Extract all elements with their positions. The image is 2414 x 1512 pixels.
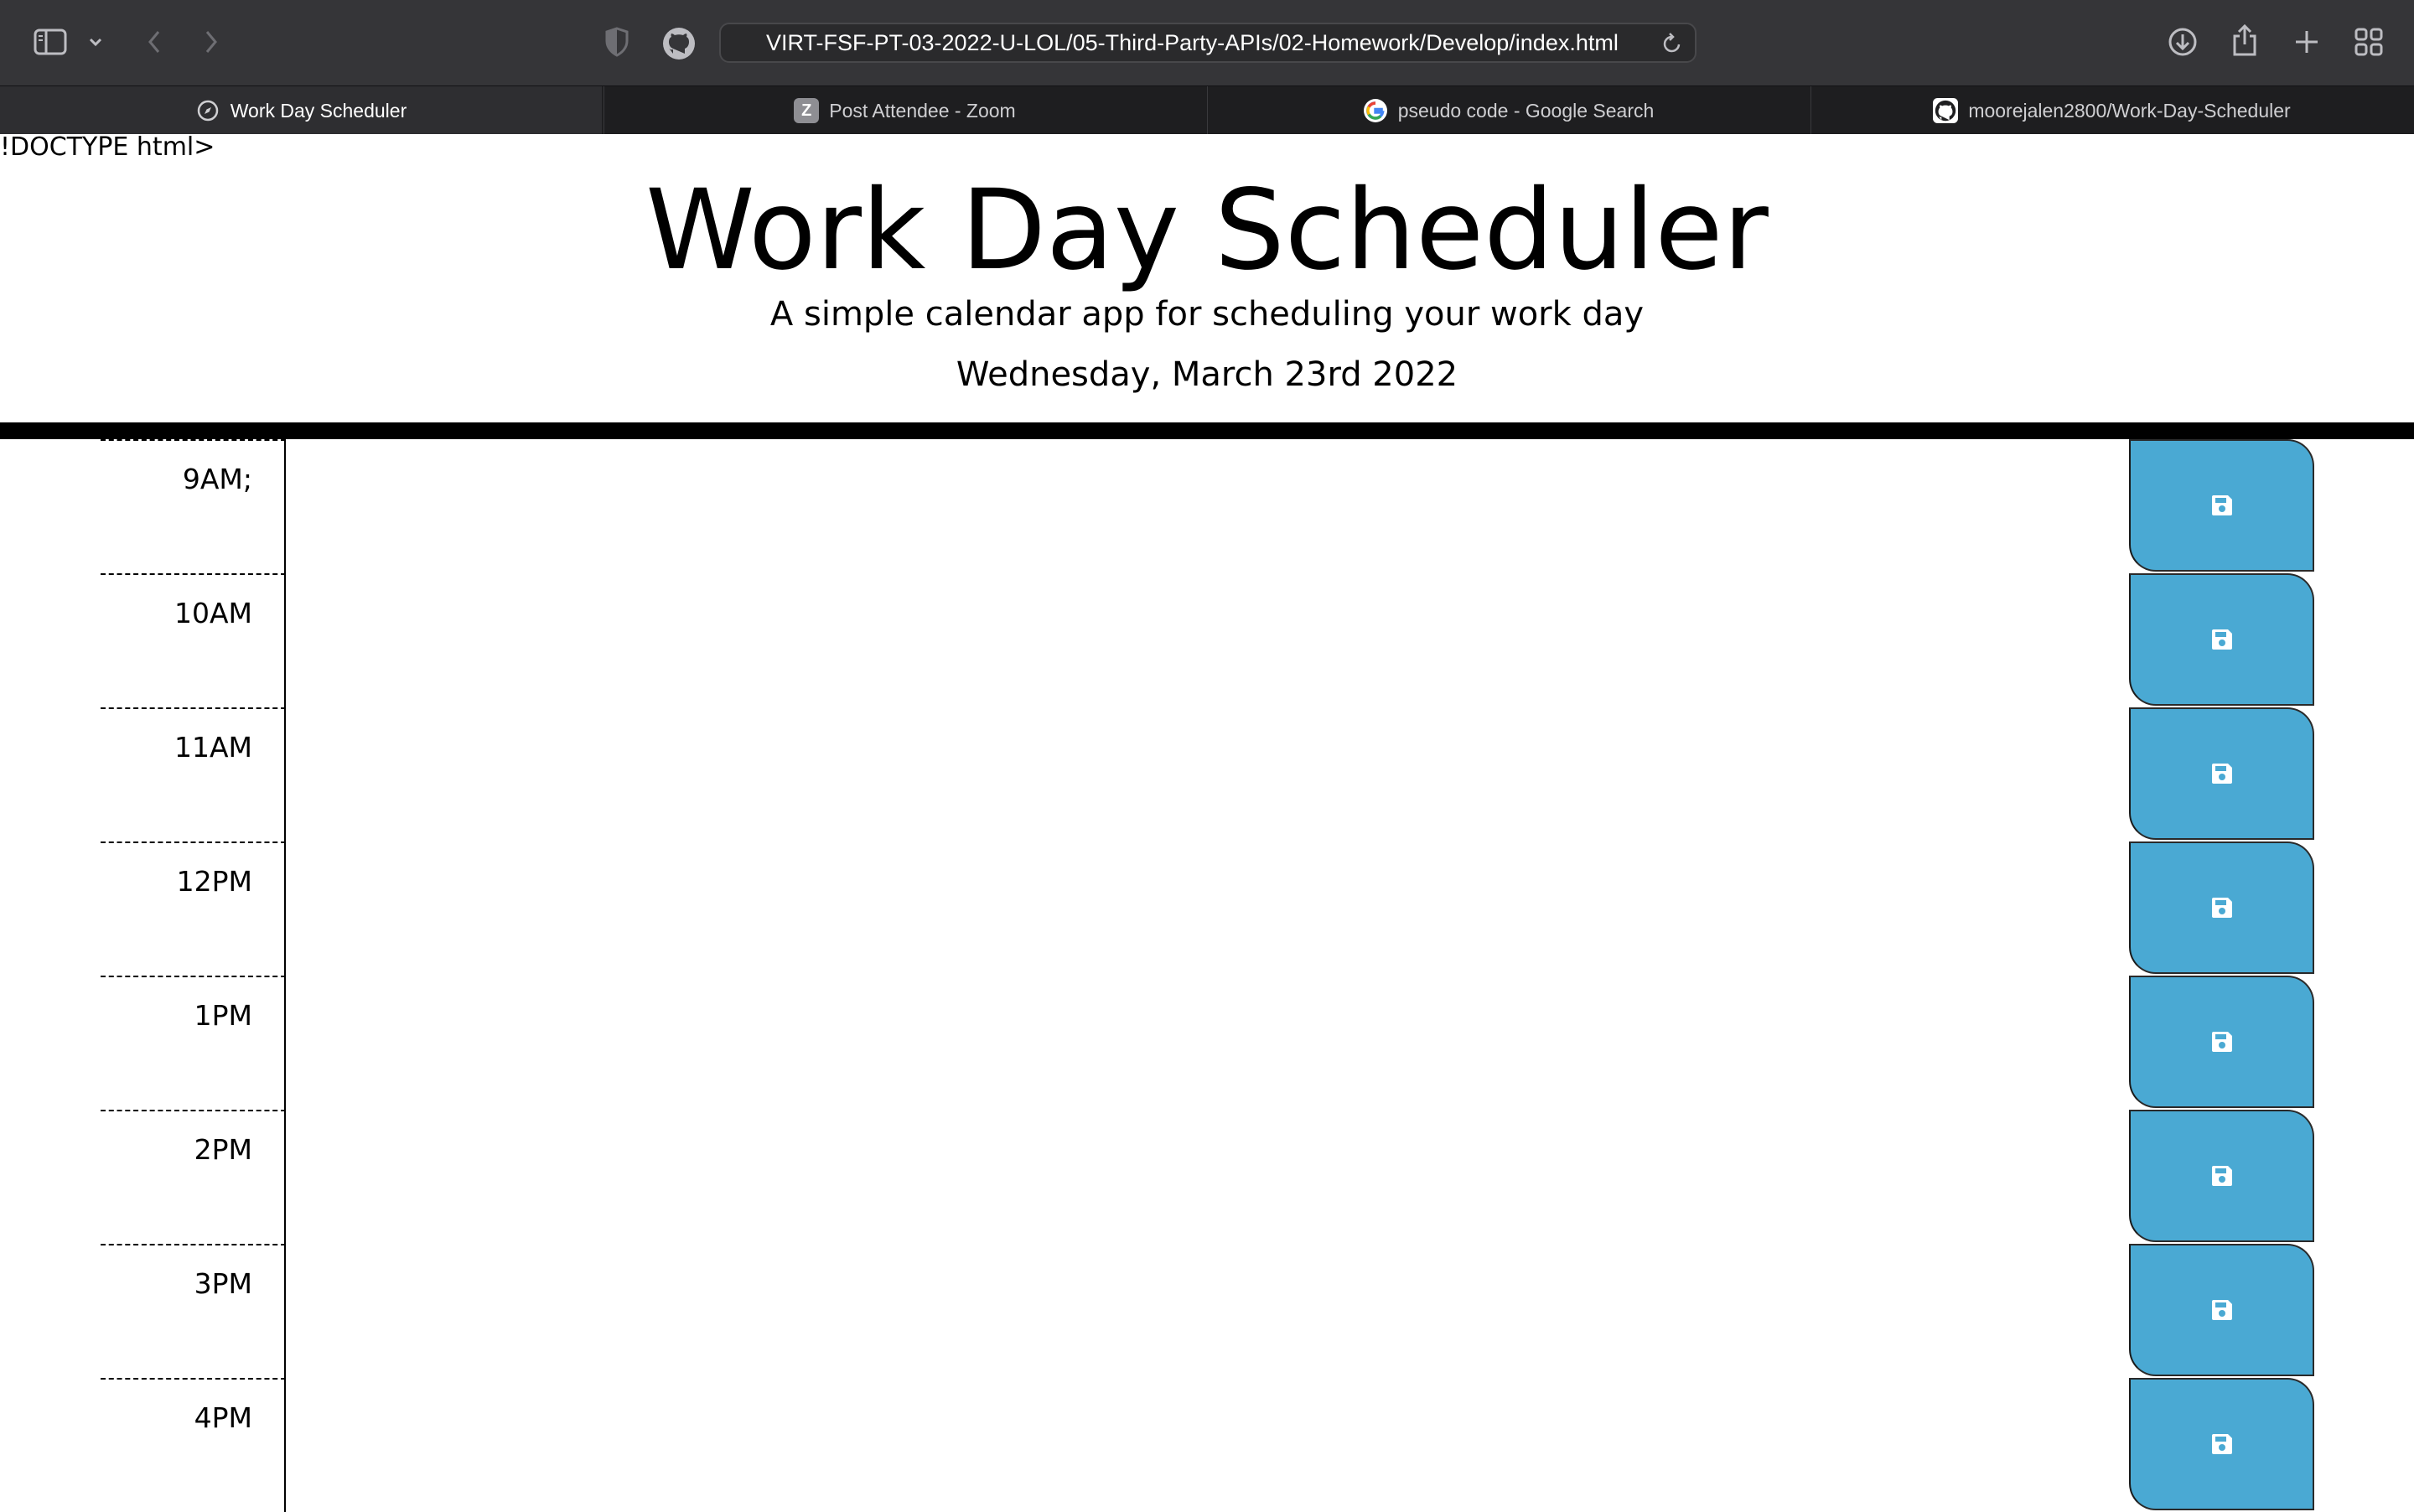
hour-cell: 4PM: [101, 1378, 286, 1512]
hour-label: 11AM: [174, 731, 252, 764]
browser-toolbar: VIRT-FSF-PT-03-2022-U-LOL/05-Third-Party…: [0, 0, 2414, 85]
tab-label: moorejalen2800/Work-Day-Scheduler: [1968, 99, 2291, 122]
event-description-input[interactable]: [286, 439, 2128, 573]
stray-doctype-text: !DOCTYPE html>: [0, 132, 215, 162]
floppy-disk-icon: [2210, 1030, 2234, 1054]
url-text: VIRT-FSF-PT-03-2022-U-LOL/05-Third-Party…: [766, 30, 1619, 55]
hour-label: 1PM: [194, 999, 252, 1032]
compass-icon: [195, 98, 220, 123]
forward-arrow-icon[interactable]: [194, 25, 228, 59]
sidebar-toggle-icon[interactable]: [32, 25, 69, 59]
save-button[interactable]: [2129, 707, 2314, 840]
new-tab-plus-icon[interactable]: [2290, 25, 2323, 59]
time-block-row: 2PM: [0, 1110, 2414, 1244]
hour-label: 3PM: [194, 1267, 252, 1300]
current-day: Wednesday, March 23rd 2022: [956, 355, 1458, 394]
tab-post-attendee-zoom[interactable]: Z Post Attendee - Zoom: [604, 86, 1205, 135]
tab-work-day-scheduler[interactable]: Work Day Scheduler: [0, 86, 602, 135]
page-content: Work Day Scheduler A simple calendar app…: [0, 132, 2414, 1512]
tab-label: Work Day Scheduler: [230, 99, 407, 122]
time-block-row: 9AM;: [0, 439, 2414, 573]
header-divider: [0, 422, 2414, 439]
hour-label: 9AM;: [182, 463, 252, 495]
save-button[interactable]: [2129, 976, 2314, 1108]
floppy-disk-icon: [2210, 628, 2234, 651]
hour-cell: 12PM: [101, 841, 286, 976]
event-description-input[interactable]: [286, 1378, 2128, 1512]
tab-bar: Work Day Scheduler Z Post Attendee - Zoo…: [0, 85, 2414, 135]
hour-cell: 3PM: [101, 1244, 286, 1378]
header-jumbotron: Work Day Scheduler A simple calendar app…: [0, 134, 2414, 423]
lead-text: A simple calendar app for scheduling you…: [769, 295, 1645, 334]
time-block-row: 11AM: [0, 707, 2414, 841]
event-description-input[interactable]: [286, 1110, 2128, 1244]
time-block-row: 10AM: [0, 573, 2414, 707]
time-block-row: 12PM: [0, 841, 2414, 976]
hour-label: 10AM: [174, 597, 252, 629]
timeblock-list: 9AM; 10AM 11AM 12PM 1PM 2PM 3PM 4PM: [0, 439, 2414, 1512]
time-block-row: 3PM: [0, 1244, 2414, 1378]
tab-overview-grid-icon[interactable]: [2352, 25, 2386, 59]
hour-cell: 2PM: [101, 1110, 286, 1244]
downloads-icon[interactable]: [2166, 25, 2199, 59]
save-button[interactable]: [2129, 1378, 2314, 1510]
chevron-down-icon[interactable]: [84, 30, 107, 54]
time-block-row: 1PM: [0, 976, 2414, 1110]
privacy-shield-icon[interactable]: [602, 25, 632, 59]
hour-label: 12PM: [176, 865, 252, 898]
hour-cell: 1PM: [101, 976, 286, 1110]
google-icon: [1363, 98, 1388, 123]
floppy-disk-icon: [2210, 1298, 2234, 1322]
hour-label: 2PM: [194, 1133, 252, 1166]
tab-github-repo[interactable]: moorejalen2800/Work-Day-Scheduler: [1810, 86, 2412, 135]
floppy-disk-icon: [2210, 896, 2234, 919]
tab-google-search[interactable]: pseudo code - Google Search: [1207, 86, 1809, 135]
zoom-icon: Z: [794, 98, 820, 123]
event-description-input[interactable]: [286, 841, 2128, 976]
event-description-input[interactable]: [286, 976, 2128, 1110]
event-description-input[interactable]: [286, 573, 2128, 707]
floppy-disk-icon: [2210, 494, 2234, 517]
hour-cell: 10AM: [101, 573, 286, 707]
hour-cell: 11AM: [101, 707, 286, 841]
tab-label: pseudo code - Google Search: [1397, 99, 1655, 122]
back-arrow-icon[interactable]: [137, 25, 171, 59]
address-bar[interactable]: VIRT-FSF-PT-03-2022-U-LOL/05-Third-Party…: [719, 23, 1697, 63]
page-title: Work Day Scheduler: [645, 166, 1769, 295]
event-description-input[interactable]: [286, 707, 2128, 841]
floppy-disk-icon: [2210, 762, 2234, 785]
save-button[interactable]: [2129, 439, 2314, 572]
save-button[interactable]: [2129, 573, 2314, 706]
reload-icon[interactable]: [1661, 32, 1683, 59]
time-block-row: 4PM: [0, 1378, 2414, 1512]
save-button[interactable]: [2129, 1244, 2314, 1376]
github-extension-icon[interactable]: [660, 25, 697, 62]
tab-label: Post Attendee - Zoom: [829, 99, 1016, 122]
event-description-input[interactable]: [286, 1244, 2128, 1378]
hour-cell: 9AM;: [101, 439, 286, 573]
share-icon[interactable]: [2228, 22, 2261, 59]
floppy-disk-icon: [2210, 1164, 2234, 1188]
hour-label: 4PM: [194, 1401, 252, 1434]
floppy-disk-icon: [2210, 1432, 2234, 1456]
save-button[interactable]: [2129, 841, 2314, 974]
github-icon: [1933, 98, 1959, 123]
save-button[interactable]: [2129, 1110, 2314, 1242]
